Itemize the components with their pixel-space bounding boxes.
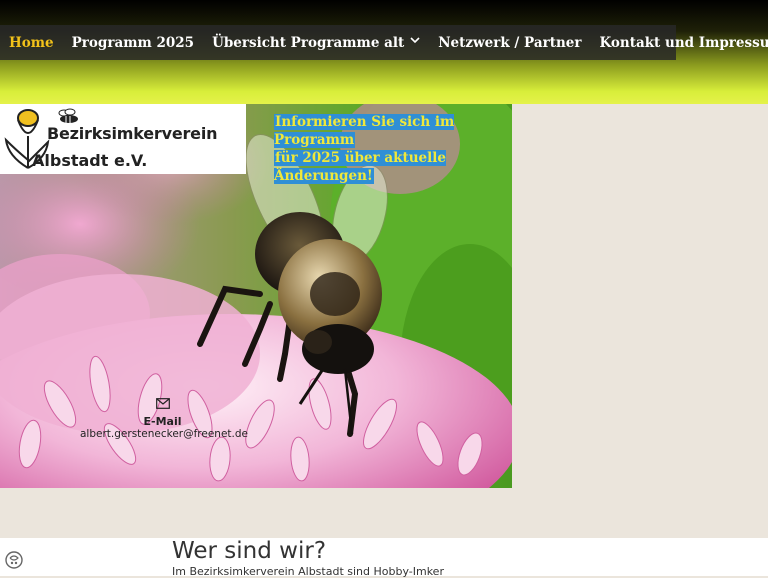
content-section: Wer sind wir? Im Bezirksimkerverein Albs… <box>0 538 768 578</box>
nav-label-home: Home <box>9 34 54 51</box>
nav-item-programm-2025[interactable]: Programm 2025 <box>63 35 203 51</box>
logo-text-line1: Bezirksimkerverein <box>47 124 218 143</box>
site-logo[interactable]: Bezirksimkerverein Albstadt e.V. <box>0 104 246 174</box>
email-label: E-Mail <box>143 415 182 428</box>
nav-label-uebersicht-programme: Übersicht Programme alt <box>212 34 405 51</box>
announcement-banner: Informieren Sie sich im Programm für 202… <box>274 113 502 185</box>
logo-text-line2: Albstadt e.V. <box>32 151 148 170</box>
nav-label-netzwerk-partner: Netzwerk / Partner <box>438 34 582 51</box>
main-navigation: Home Programm 2025 Übersicht Programme a… <box>0 25 768 60</box>
nav-item-kontakt-impressum[interactable]: Kontakt und Impressum <box>590 35 768 51</box>
section-heading: Wer sind wir? <box>172 538 327 564</box>
site-header: Home Programm 2025 Übersicht Programme a… <box>0 0 768 104</box>
email-contact[interactable]: E-Mail albert.gerstenecker@freenet.de <box>80 398 248 440</box>
banner-line1: Informieren Sie sich im Programm <box>274 114 455 148</box>
nav-item-home[interactable]: Home <box>0 35 63 51</box>
nav-label-kontakt-impressum: Kontakt und Impressum <box>599 34 768 51</box>
section-intro-text: Im Bezirksimkerverein Albstadt sind Hobb… <box>172 565 444 578</box>
banner-line2: für 2025 über aktuelle Änderungen! <box>274 150 446 184</box>
nav-item-netzwerk-partner[interactable]: Netzwerk / Partner <box>429 35 590 51</box>
envelope-icon <box>80 398 245 413</box>
cookie-settings-icon[interactable] <box>4 550 24 570</box>
nav-item-uebersicht-programme[interactable]: Übersicht Programme alt <box>203 35 429 51</box>
nav-label-programm-2025: Programm 2025 <box>71 34 195 51</box>
chevron-down-icon <box>410 36 420 47</box>
email-address-link[interactable]: albert.gerstenecker@freenet.de <box>80 428 248 440</box>
